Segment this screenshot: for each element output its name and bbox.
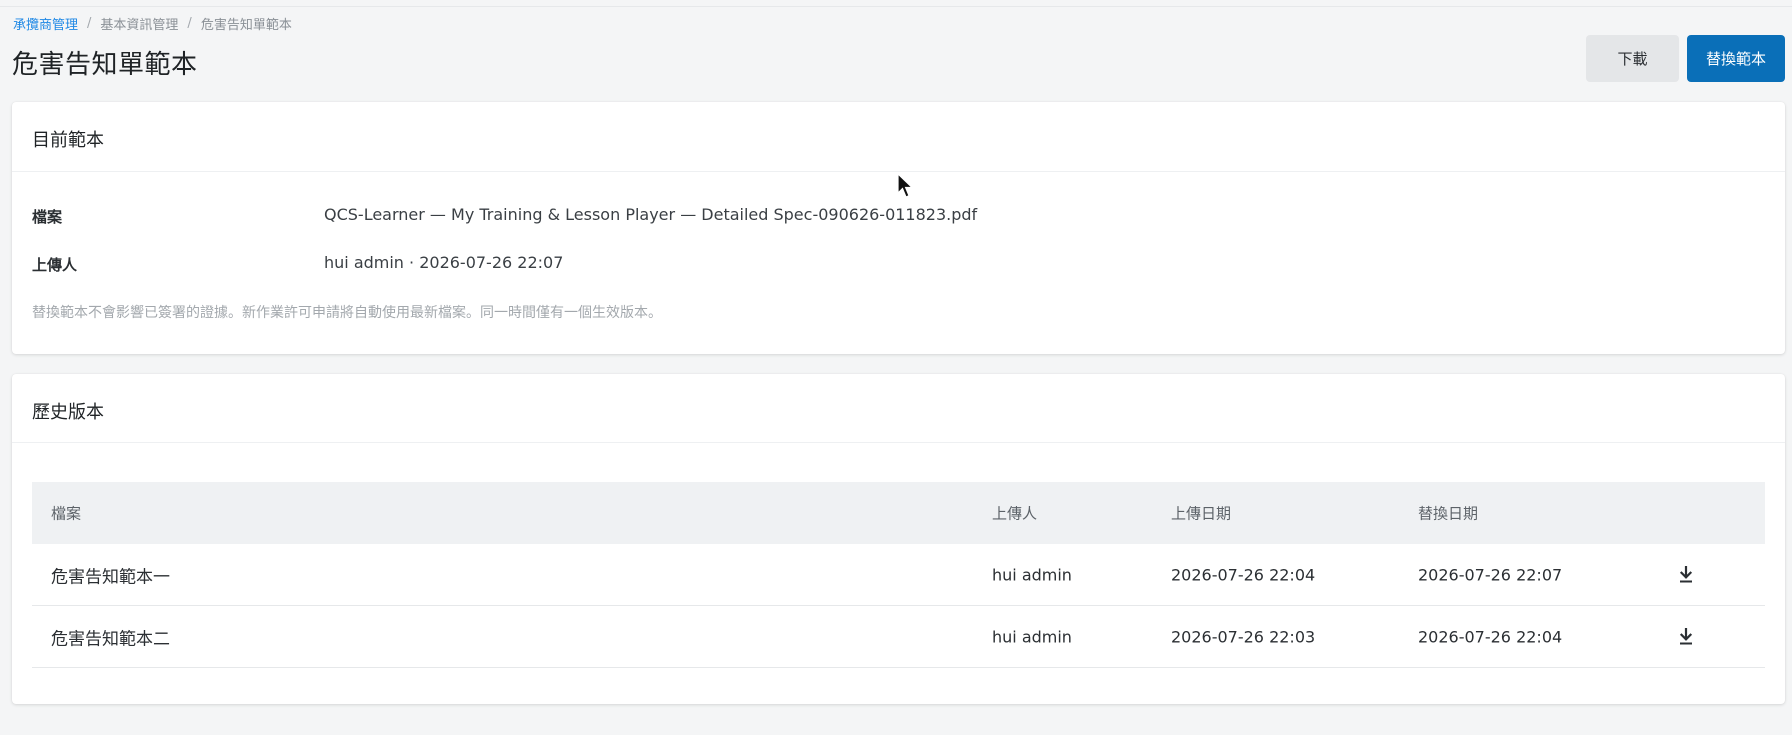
row-download-button[interactable] (1678, 627, 1694, 646)
current-file-name: QCS-Learner — My Training & Lesson Playe… (324, 205, 978, 224)
file-label: 檔案 (32, 208, 63, 226)
table-row: 危害告知範本一 hui admin 2026-07-26 22:04 2026-… (32, 544, 1765, 606)
column-header-file: 檔案 (51, 504, 82, 523)
current-template-title: 目前範本 (32, 130, 104, 151)
row-uploader: hui admin (992, 627, 1072, 646)
top-divider (0, 6, 1792, 7)
table-header: 檔案 上傳人 上傳日期 替換日期 (32, 482, 1765, 544)
table-row: 危害告知範本二 hui admin 2026-07-26 22:03 2026-… (32, 606, 1765, 668)
column-header-uploader: 上傳人 (992, 504, 1038, 523)
download-icon[interactable] (1678, 565, 1694, 584)
history-card: 歷史版本 檔案 上傳人 上傳日期 替換日期 危害告知範本一 hui admin … (12, 374, 1785, 704)
download-icon[interactable] (1678, 627, 1694, 646)
row-upload-date: 2026-07-26 22:03 (1171, 627, 1316, 646)
uploader-label: 上傳人 (32, 256, 78, 274)
row-download-button[interactable] (1678, 565, 1694, 584)
row-replace-date: 2026-07-26 22:07 (1418, 565, 1563, 584)
row-file-name: 危害告知範本一 (51, 567, 170, 587)
column-header-upload-date: 上傳日期 (1171, 504, 1232, 523)
column-header-replace-date: 替換日期 (1418, 504, 1479, 523)
breadcrumb-item-current: 危害告知單範本 (200, 18, 292, 33)
page-title: 危害告知單範本 (12, 50, 198, 80)
row-uploader: hui admin (992, 565, 1072, 584)
current-template-card: 目前範本 檔案 QCS-Learner — My Training & Less… (12, 102, 1785, 354)
row-replace-date: 2026-07-26 22:04 (1418, 627, 1563, 646)
history-table: 檔案 上傳人 上傳日期 替換日期 危害告知範本一 hui admin 2026-… (32, 482, 1765, 668)
row-upload-date: 2026-07-26 22:04 (1171, 565, 1316, 584)
breadcrumb-separator: / (87, 16, 92, 31)
breadcrumb-separator: / (187, 16, 192, 31)
download-button[interactable]: 下載 (1586, 35, 1679, 82)
replace-template-button[interactable]: 替換範本 (1687, 35, 1785, 82)
replace-note: 替換範本不會影響已簽署的證據。新作業許可申請將自動使用最新檔案。同一時間僅有一個… (32, 305, 662, 321)
breadcrumb-item-contractor-management[interactable]: 承攬商管理 (13, 14, 78, 33)
card-divider (12, 171, 1785, 172)
card-divider (12, 442, 1785, 443)
breadcrumb-item-basic-info[interactable]: 基本資訊管理 (100, 14, 178, 33)
mouse-cursor-icon (897, 173, 914, 198)
breadcrumb: 承攬商管理 / 基本資訊管理 / 危害告知單範本 (13, 14, 292, 33)
row-file-name: 危害告知範本二 (51, 629, 170, 649)
history-title: 歷史版本 (32, 402, 104, 423)
current-uploader: hui admin · 2026-07-26 22:07 (324, 253, 564, 272)
